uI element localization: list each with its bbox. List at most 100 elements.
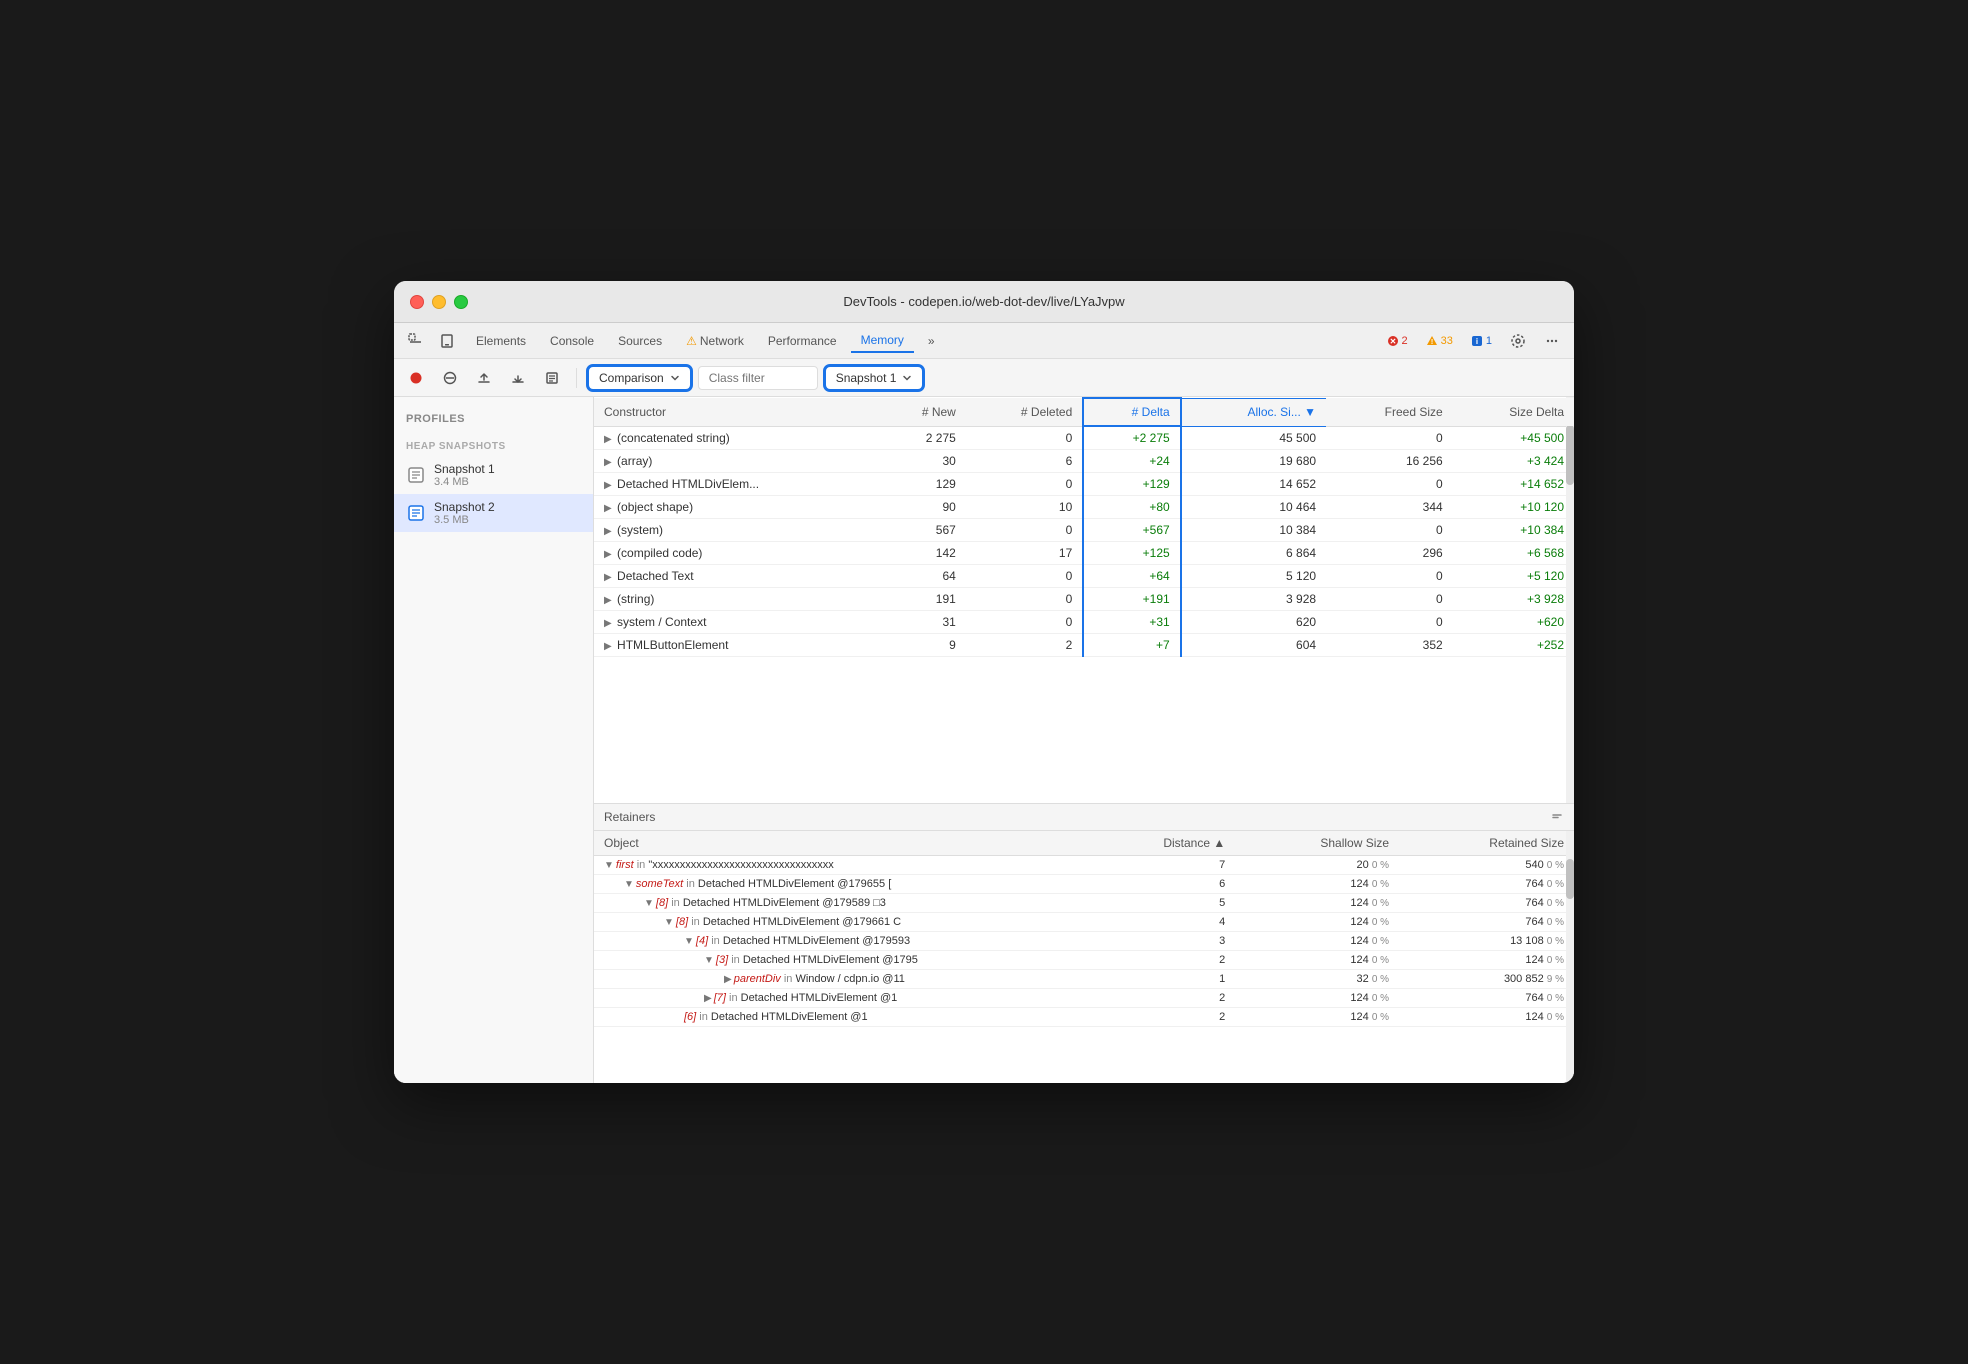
table-row[interactable]: ▶ (compiled code)14217+1256 864296+6 568 — [594, 542, 1574, 565]
cell-alloc_size: 45 500 — [1181, 426, 1326, 450]
col-delta[interactable]: # Delta — [1083, 398, 1180, 426]
expand-arrow[interactable]: ▶ — [604, 434, 612, 445]
ret-expand-arrow[interactable]: ▶ — [724, 974, 732, 985]
ret-distance: 1 — [1084, 970, 1235, 989]
titlebar: DevTools - codepen.io/web-dot-dev/live/L… — [394, 281, 1574, 323]
tab-sources[interactable]: Sources — [608, 330, 672, 352]
retainer-row[interactable]: ▼someText in Detached HTMLDivElement @17… — [594, 875, 1574, 894]
expand-arrow[interactable]: ▶ — [604, 503, 612, 514]
tab-more[interactable]: » — [918, 330, 945, 352]
tab-memory[interactable]: Memory — [851, 329, 914, 353]
expand-arrow[interactable]: ▶ — [604, 641, 612, 652]
expand-arrow[interactable]: ▶ — [604, 618, 612, 629]
ret-retained-size: 124 0 % — [1399, 951, 1574, 970]
retainer-row[interactable]: ▼first in "xxxxxxxxxxxxxxxxxxxxxxxxxxxxx… — [594, 856, 1574, 875]
col-size-delta[interactable]: Size Delta — [1453, 398, 1574, 426]
snapshot-dropdown[interactable]: Snapshot 1 — [824, 365, 925, 391]
col-new[interactable]: # New — [878, 398, 966, 426]
cell-deleted: 0 — [966, 611, 1083, 634]
cell-deleted: 0 — [966, 519, 1083, 542]
ret-col-object[interactable]: Object — [594, 831, 1084, 856]
ret-scrollbar-track[interactable] — [1566, 831, 1574, 1083]
record-button[interactable] — [402, 364, 430, 392]
table-row[interactable]: ▶ (object shape)9010+8010 464344+10 120 — [594, 496, 1574, 519]
inspect-icon[interactable] — [402, 327, 430, 355]
class-filter-input[interactable] — [698, 366, 818, 390]
comparison-dropdown[interactable]: Comparison — [587, 365, 692, 391]
cell-freed_size: 0 — [1326, 588, 1453, 611]
ret-expand-arrow[interactable]: ▶ — [704, 993, 712, 1004]
tab-elements[interactable]: Elements — [466, 330, 536, 352]
cell-new: 567 — [878, 519, 966, 542]
col-constructor[interactable]: Constructor — [594, 398, 878, 426]
retainer-row[interactable]: ▼[3] in Detached HTMLDivElement @1795212… — [594, 951, 1574, 970]
table-row[interactable]: ▶ HTMLButtonElement92+7604352+252 — [594, 634, 1574, 657]
snapshot-item-2[interactable]: Snapshot 2 3.5 MB — [394, 494, 593, 532]
tab-performance[interactable]: Performance — [758, 330, 847, 352]
retainer-row[interactable]: ▼[4] in Detached HTMLDivElement @1795933… — [594, 932, 1574, 951]
table-row[interactable]: ▶ (system)5670+56710 3840+10 384 — [594, 519, 1574, 542]
col-deleted[interactable]: # Deleted — [966, 398, 1083, 426]
download-button[interactable] — [504, 364, 532, 392]
cell-new: 31 — [878, 611, 966, 634]
snapshot-item-1[interactable]: Snapshot 1 3.4 MB — [394, 456, 593, 494]
minimize-button[interactable] — [432, 295, 446, 309]
retainer-row[interactable]: ▼[8] in Detached HTMLDivElement @179589 … — [594, 894, 1574, 913]
ret-expand-arrow[interactable]: ▼ — [684, 936, 694, 947]
retainer-row[interactable]: ▼[8] in Detached HTMLDivElement @179661 … — [594, 913, 1574, 932]
close-button[interactable] — [410, 295, 424, 309]
retainers-table: Object Distance ▲ Shallow Size Retained … — [594, 831, 1574, 1027]
ret-in: in — [699, 1011, 708, 1023]
upload-button[interactable] — [470, 364, 498, 392]
retainer-row[interactable]: ▶[7] in Detached HTMLDivElement @12124 0… — [594, 989, 1574, 1008]
col-alloc-size[interactable]: Alloc. Si... ▼ — [1181, 398, 1326, 426]
expand-arrow[interactable]: ▶ — [604, 572, 612, 583]
ret-class: Detached HTMLDivElement @179589 □3 — [683, 897, 886, 909]
snapshot-label: Snapshot 1 — [836, 371, 897, 385]
col-freed-size[interactable]: Freed Size — [1326, 398, 1453, 426]
info-badge: i 1 — [1465, 333, 1498, 349]
expand-arrow[interactable]: ▶ — [604, 526, 612, 537]
ret-expand-arrow[interactable]: ▼ — [624, 879, 634, 890]
cell-alloc_size: 10 464 — [1181, 496, 1326, 519]
ret-expand-arrow[interactable]: ▼ — [604, 860, 614, 871]
table-row[interactable]: ▶ (concatenated string)2 2750+2 27545 50… — [594, 426, 1574, 450]
cell-size_delta: +5 120 — [1453, 565, 1574, 588]
ret-key: someText — [636, 878, 683, 890]
ret-col-distance[interactable]: Distance ▲ — [1084, 831, 1235, 856]
cell-deleted: 0 — [966, 426, 1083, 450]
clear-button[interactable] — [436, 364, 464, 392]
window-title: DevTools - codepen.io/web-dot-dev/live/L… — [843, 294, 1124, 309]
settings-icon[interactable] — [1504, 327, 1532, 355]
expand-arrow[interactable]: ▶ — [604, 549, 612, 560]
retainer-row[interactable]: ▶parentDiv in Window / cdpn.io @11132 0 … — [594, 970, 1574, 989]
cell-size_delta: +620 — [1453, 611, 1574, 634]
table-row[interactable]: ▶ Detached Text640+645 1200+5 120 — [594, 565, 1574, 588]
ret-distance: 4 — [1084, 913, 1235, 932]
tab-network[interactable]: ⚠ Network — [676, 330, 754, 352]
cell-new: 129 — [878, 473, 966, 496]
ret-scrollbar-thumb[interactable] — [1566, 859, 1574, 899]
table-row[interactable]: ▶ (array)306+2419 68016 256+3 424 — [594, 450, 1574, 473]
table-row[interactable]: ▶ Detached HTMLDivElem...1290+12914 6520… — [594, 473, 1574, 496]
retainer-row[interactable]: [6] in Detached HTMLDivElement @12124 0 … — [594, 1008, 1574, 1027]
maximize-button[interactable] — [454, 295, 468, 309]
filter-button[interactable] — [538, 364, 566, 392]
scrollbar-thumb[interactable] — [1566, 425, 1574, 485]
ret-key: [3] — [716, 954, 728, 966]
table-row[interactable]: ▶ (string)1910+1913 9280+3 928 — [594, 588, 1574, 611]
tab-console[interactable]: Console — [540, 330, 604, 352]
scrollbar-track[interactable] — [1566, 397, 1574, 803]
ret-expand-arrow[interactable]: ▼ — [644, 898, 654, 909]
ret-col-retained[interactable]: Retained Size — [1399, 831, 1574, 856]
expand-arrow[interactable]: ▶ — [604, 480, 612, 491]
ret-expand-arrow[interactable]: ▼ — [704, 955, 714, 966]
expand-arrow[interactable]: ▶ — [604, 457, 612, 468]
device-icon[interactable] — [434, 327, 462, 355]
more-options-icon[interactable] — [1538, 327, 1566, 355]
table-row[interactable]: ▶ system / Context310+316200+620 — [594, 611, 1574, 634]
ret-expand-arrow[interactable]: ▼ — [664, 917, 674, 928]
ret-col-shallow[interactable]: Shallow Size — [1235, 831, 1399, 856]
cell-alloc_size: 620 — [1181, 611, 1326, 634]
expand-arrow[interactable]: ▶ — [604, 595, 612, 606]
